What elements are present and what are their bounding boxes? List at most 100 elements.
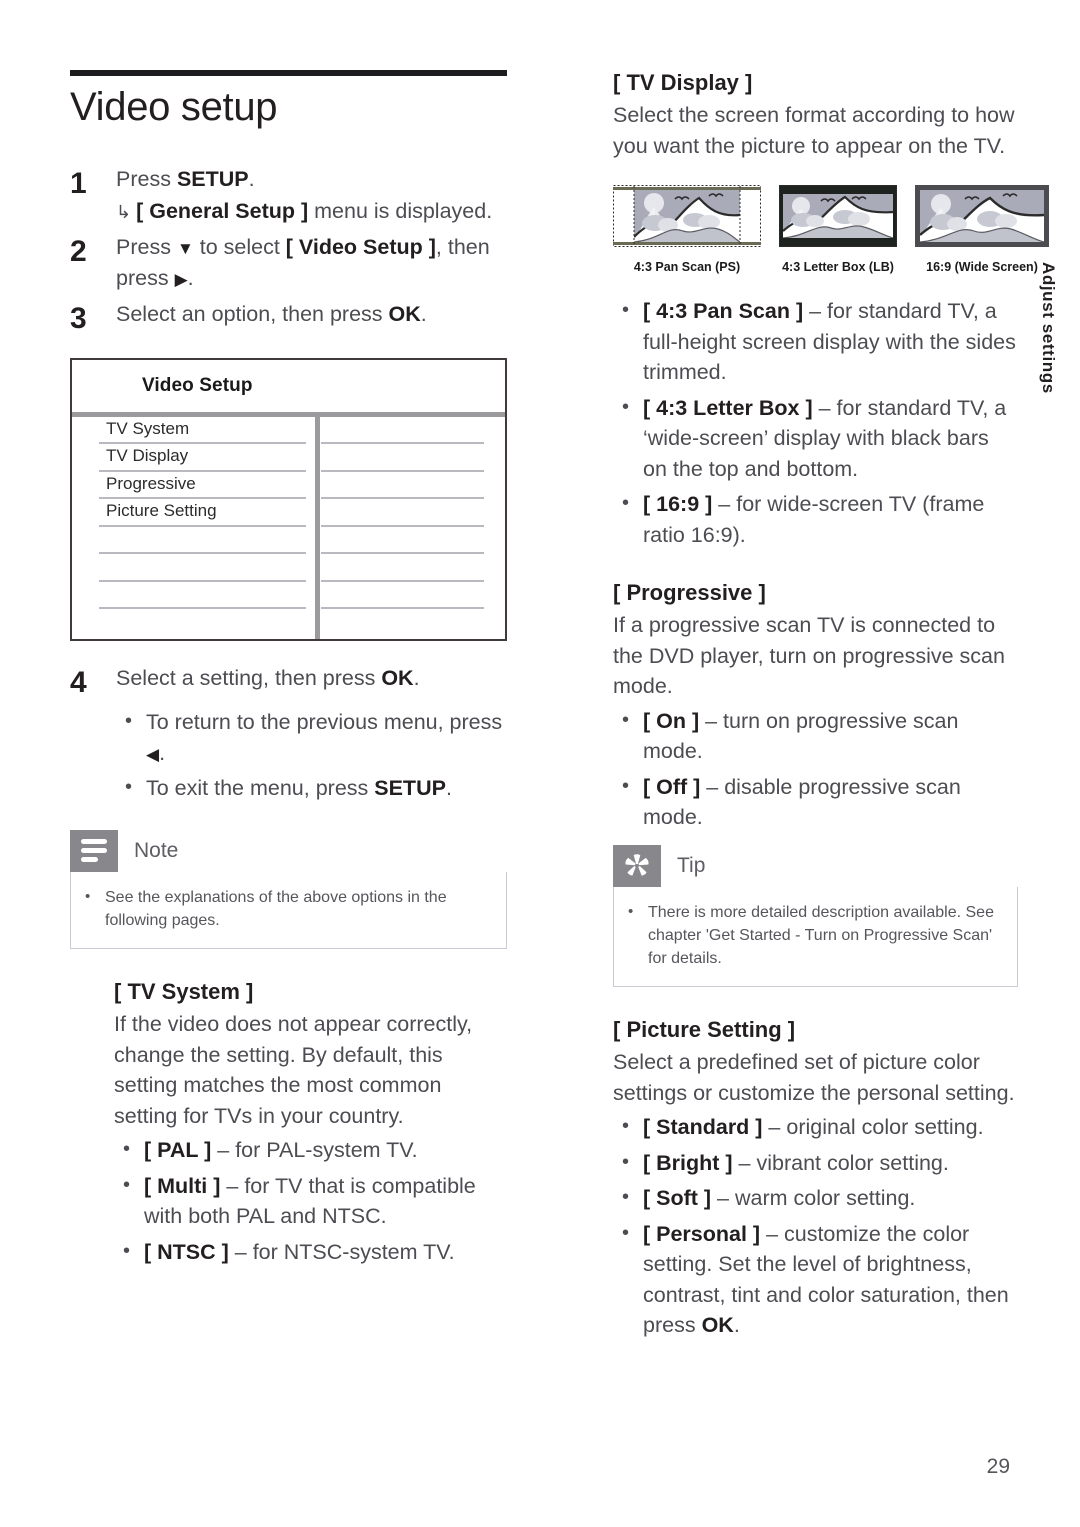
page-number: 29	[986, 1455, 1010, 1478]
bullet-icon: •	[123, 1138, 131, 1161]
bullet-icon: •	[622, 395, 630, 418]
pan-scan-svg	[613, 185, 761, 248]
tv-display-bullet-list: • [ 4:3 Pan Scan ] – for standard TV, a …	[613, 296, 1018, 550]
procedure-steps: 1 Press SETUP. ↳[ General Setup ] menu i…	[70, 164, 507, 338]
wide-screen-svg	[915, 185, 1049, 248]
osd-row[interactable]: TV System	[72, 417, 505, 445]
bullet-text: [ Bright ] – vibrant color setting.	[643, 1148, 1018, 1179]
list-item: • [ NTSC ] – for NTSC-system TV.	[114, 1237, 507, 1268]
note-callout-text: See the explanations of the above option…	[105, 888, 447, 929]
osd-row[interactable]	[72, 554, 505, 582]
bullet-icon: •	[123, 1239, 131, 1262]
list-item: • [ Standard ] – original color setting.	[613, 1112, 1018, 1143]
step-4-text-b: .	[413, 665, 420, 690]
note-callout-header: Note	[70, 829, 507, 872]
manual-page: Video setup 1 Press SETUP. ↳[ General Se…	[0, 0, 1080, 1527]
bullet-icon: •	[85, 887, 91, 905]
step-number: 1	[70, 167, 87, 200]
star-glyph	[625, 853, 649, 876]
bullet-bold-pan-scan: [ 4:3 Pan Scan ]	[643, 299, 804, 324]
bullet-bold-standard: [ Standard ]	[643, 1115, 763, 1140]
tip-callout-label: Tip	[677, 854, 706, 878]
bullet-bold-ntsc: [ NTSC ]	[144, 1239, 229, 1264]
section-heading-progressive: [ Progressive ]	[613, 580, 766, 606]
letter-box-svg	[779, 185, 897, 248]
tip-callout: Tip • There is more detailed description…	[613, 844, 1018, 988]
osd-row[interactable]: TV Display	[72, 444, 505, 472]
section-paragraph-tv-system: If the video does not appear correctly, …	[114, 1011, 473, 1128]
pan-scan-illustration	[613, 185, 761, 252]
osd-row[interactable]	[72, 609, 505, 637]
step-4: 4 Select a setting, then press OK.	[70, 663, 507, 702]
step-number: 4	[70, 665, 87, 699]
b1-text-b: .	[445, 776, 452, 801]
section-paragraph-progressive: If a progressive scan TV is connected to…	[613, 613, 1005, 699]
bullet-text: [ Personal ] – customize the color setti…	[643, 1219, 1018, 1341]
bullet-desc-b: .	[733, 1313, 740, 1338]
figure-letter-box: 4:3 Letter Box (LB)	[779, 185, 897, 274]
bullet-icon: •	[125, 710, 133, 733]
bullet-icon: •	[622, 708, 630, 731]
b1-bold-setup: SETUP	[374, 776, 446, 801]
osd-row[interactable]: Progressive	[72, 472, 505, 500]
note-line-1	[81, 839, 107, 845]
osd-row[interactable]	[72, 582, 505, 610]
bullet-text: [ Standard ] – original color setting.	[643, 1112, 1018, 1143]
note-line-2	[81, 848, 107, 854]
note-callout: Note • See the explanations of the above…	[70, 829, 507, 949]
step-1-sub-bold: [ General Setup ]	[136, 198, 309, 223]
bullet-bold-ok: OK	[701, 1313, 734, 1338]
list-item: • [ Soft ] – warm color setting.	[613, 1183, 1018, 1214]
osd-menu-header: Video Setup	[72, 360, 505, 412]
step-1: 1 Press SETUP. ↳[ General Setup ] menu i…	[70, 164, 507, 226]
bullet-bold-soft: [ Soft ]	[643, 1186, 712, 1211]
tip-callout-body: • There is more detailed description ava…	[613, 886, 1018, 988]
list-item: • [ 4:3 Letter Box ] – for standard TV, …	[613, 393, 1018, 485]
figure-caption: 4:3 Letter Box (LB)	[782, 260, 894, 275]
step-1-text-b: .	[248, 167, 255, 191]
procedure-steps-cont: 4 Select a setting, then press OK. • To …	[70, 663, 507, 804]
list-item: • [ Off ] – disable progressive scan mod…	[613, 772, 1018, 833]
arrow-right-icon: ▶	[174, 269, 188, 289]
bullet-icon: •	[628, 902, 634, 920]
bullet-icon: •	[622, 1186, 630, 1209]
bullet-bold-bright: [ Bright ]	[643, 1150, 733, 1175]
step-2-text-b: to select	[193, 235, 286, 260]
step-number: 2	[70, 235, 87, 269]
step-3: 3 Select an option, then press OK.	[70, 299, 507, 338]
video-setup-menu-table: Video Setup TV System TV Display Progres…	[70, 357, 507, 641]
step-number: 3	[70, 302, 87, 336]
step-text: Press SETUP. ↳[ General Setup ] menu is …	[116, 164, 507, 226]
step-2-text-a: Press	[116, 235, 177, 260]
osd-row[interactable]	[72, 527, 505, 555]
osd-menu-title: Video Setup	[142, 374, 253, 396]
step-2-text-d: .	[187, 265, 194, 290]
note-callout-body: • See the explanations of the above opti…	[70, 871, 507, 949]
note-line-3	[81, 857, 98, 863]
step-4-bold-ok: OK	[381, 665, 414, 690]
bullet-icon: •	[125, 776, 133, 799]
figure-wide-screen: 16:9 (Wide Screen)	[915, 185, 1049, 274]
right-column: [ TV Display ] Select the screen format …	[613, 70, 1049, 1346]
section-heading-picture-setting: [ Picture Setting ]	[613, 1017, 796, 1043]
page-title: Video setup	[70, 85, 278, 129]
bullet-bold-pal: [ PAL ]	[144, 1138, 212, 1163]
osd-row[interactable]: Picture Setting	[72, 499, 505, 527]
arrow-left-icon: ◀	[146, 744, 160, 764]
bullet-bold-off: [ Off ]	[643, 774, 701, 799]
bullet-icon: •	[622, 774, 630, 797]
return-arrow-icon: ↳	[116, 201, 132, 222]
title-rule	[70, 70, 507, 76]
osd-row-label: TV Display	[106, 446, 189, 466]
figure-pan-scan: 4:3 Pan Scan (PS)	[613, 185, 761, 274]
arrow-down-icon: ▼	[176, 239, 194, 259]
b1-text-a: To exit the menu, press	[146, 776, 375, 801]
bullet-bold-on: [ On ]	[643, 708, 700, 733]
bullet-text: [ PAL ] – for PAL-system TV.	[144, 1135, 507, 1166]
bullet-text: [ NTSC ] – for NTSC-system TV.	[144, 1237, 507, 1268]
bullet-icon: •	[622, 1221, 630, 1244]
bullet-text: [ 4:3 Letter Box ] – for standard TV, a …	[643, 393, 1018, 485]
section-paragraph-picture-setting: Select a predefined set of picture color…	[613, 1050, 1015, 1105]
b0-text-b: .	[159, 740, 166, 765]
step-3-text-b: .	[420, 302, 427, 327]
